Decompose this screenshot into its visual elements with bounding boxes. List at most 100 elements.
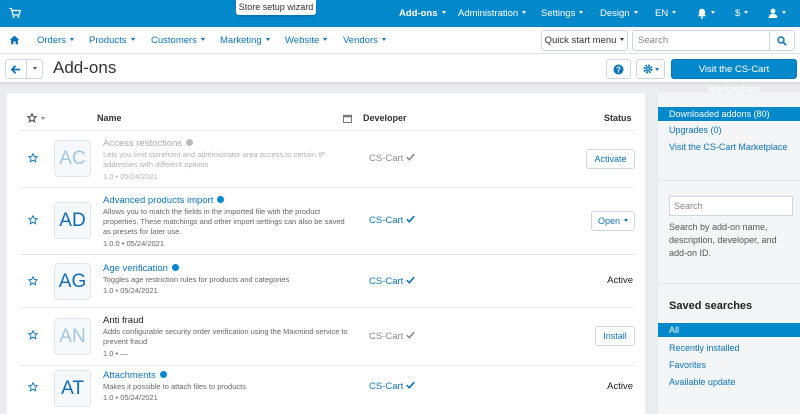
nav-vendors[interactable]: Vendors xyxy=(343,27,386,54)
table-row: AC Access restrictions Lets you limit st… xyxy=(20,130,635,187)
shopping-cart-icon[interactable] xyxy=(9,7,21,19)
menu-settings[interactable]: Settings xyxy=(541,0,584,27)
addon-logo: AD xyxy=(54,202,91,239)
addon-name-link[interactable]: Advanced products import xyxy=(103,195,225,206)
addon-logo: AC xyxy=(54,140,91,177)
developer-name: CS-Cart xyxy=(369,215,404,226)
quick-start-menu-button[interactable]: Quick start menu xyxy=(541,30,628,51)
developer-link[interactable]: CS-Cart xyxy=(369,381,416,392)
menu-design[interactable]: Design xyxy=(600,0,638,27)
saved-search-all[interactable]: All xyxy=(658,323,800,337)
sidebar-tab-downloaded[interactable]: Downloaded addons (80) xyxy=(658,107,800,121)
addon-name-link[interactable]: Age verification xyxy=(103,263,179,274)
column-developer[interactable]: Developer xyxy=(363,113,407,123)
addon-description: Allows you to match the fields in the im… xyxy=(103,207,345,236)
saved-search-available-update[interactable]: Available update xyxy=(669,377,735,387)
table-row: AD Advanced products import Allows you t… xyxy=(20,187,635,254)
addons-table: Name Developer Status AC Access restrict… xyxy=(7,93,645,414)
developer-name: CS-Cart xyxy=(369,153,404,164)
search-icon xyxy=(777,36,787,46)
star-icon[interactable] xyxy=(28,153,38,163)
addon-name: Age verification xyxy=(103,263,168,274)
currency-label: $ xyxy=(735,8,741,19)
nav-website[interactable]: Website xyxy=(285,27,328,54)
help-icon: ? xyxy=(613,64,624,75)
column-status[interactable]: Status xyxy=(604,113,632,123)
help-button[interactable]: ? xyxy=(606,59,631,79)
activate-button[interactable]: Activate xyxy=(586,149,635,169)
verified-check-icon xyxy=(406,154,416,162)
developer-link[interactable]: CS-Cart xyxy=(369,276,416,287)
nav-orders[interactable]: Orders xyxy=(37,27,75,54)
table-row: AT Attachments Makes it possible to atta… xyxy=(20,365,635,414)
star-icon[interactable] xyxy=(28,330,38,340)
home-icon[interactable] xyxy=(9,35,20,45)
star-icon[interactable] xyxy=(28,382,38,392)
quick-start-label: Quick start menu xyxy=(544,35,617,46)
developer-link[interactable]: CS-Cart xyxy=(369,153,416,164)
addon-version-date: 1.0 • — xyxy=(103,349,128,358)
menu-administration[interactable]: Administration xyxy=(458,0,527,27)
menu-addons[interactable]: Add-ons xyxy=(399,0,446,27)
chevron-down-icon xyxy=(624,219,629,223)
star-icon[interactable] xyxy=(28,276,38,286)
addon-name: Advanced products import xyxy=(103,195,214,206)
favorite-filter-icon[interactable] xyxy=(27,113,37,123)
main-navigation: Orders Products Customers Marketing Webs… xyxy=(0,27,800,54)
back-button[interactable] xyxy=(5,59,27,79)
addon-filter-input[interactable] xyxy=(669,196,793,216)
gear-icon xyxy=(643,64,653,74)
addon-name-link[interactable]: Access restrictions xyxy=(103,138,194,149)
language-label: EN xyxy=(655,8,669,19)
visit-marketplace-button[interactable]: Visit the CS-Cart Marketplace xyxy=(671,59,797,95)
notifications-button[interactable] xyxy=(697,0,715,27)
install-button[interactable]: Install xyxy=(595,326,635,346)
status-dot xyxy=(171,263,179,271)
status-dot xyxy=(159,370,167,378)
language-selector[interactable]: EN xyxy=(655,0,677,27)
developer-name: CS-Cart xyxy=(369,381,404,392)
nav-products[interactable]: Products xyxy=(89,27,135,54)
currency-selector[interactable]: $ xyxy=(735,0,749,27)
addon-name-link[interactable]: Attachments xyxy=(103,370,167,381)
addon-name: Anti fraud xyxy=(103,315,144,326)
menu-administration-label: Administration xyxy=(458,8,519,19)
sidebar-tab-upgrades[interactable]: Upgrades (0) xyxy=(669,125,722,135)
addon-name: Access restrictions xyxy=(103,138,183,149)
addon-name: Attachments xyxy=(103,370,156,381)
calendar-icon[interactable] xyxy=(343,114,352,123)
user-menu[interactable] xyxy=(768,0,786,27)
search-input[interactable] xyxy=(632,30,770,51)
nav-marketing[interactable]: Marketing xyxy=(220,27,270,54)
status-active: Active xyxy=(607,275,633,286)
page-title: Add-ons xyxy=(53,58,117,77)
open-label: Open xyxy=(597,216,621,226)
sidebar-link-marketplace[interactable]: Visit the CS-Cart Marketplace xyxy=(669,142,787,152)
addon-logo: AG xyxy=(54,263,91,300)
open-dropdown-button[interactable]: Open xyxy=(591,211,635,231)
bell-icon xyxy=(697,8,707,19)
status-dot xyxy=(217,195,225,203)
settings-dropdown-button[interactable] xyxy=(636,59,665,79)
saved-search-favorites[interactable]: Favorites xyxy=(669,360,706,370)
saved-search-recently-installed[interactable]: Recently installed xyxy=(669,343,740,353)
developer-link[interactable]: CS-Cart xyxy=(369,331,416,342)
store-setup-wizard-button[interactable]: Store setup wizard xyxy=(236,0,316,15)
history-dropdown[interactable] xyxy=(27,59,43,79)
saved-searches-title: Saved searches xyxy=(669,300,753,312)
sort-chevron-icon[interactable] xyxy=(41,117,45,120)
developer-link[interactable]: CS-Cart xyxy=(369,215,416,226)
status-active: Active xyxy=(607,381,633,392)
top-bar: Store setup wizard Add-ons Administratio… xyxy=(0,0,800,27)
svg-text:?: ? xyxy=(616,65,621,74)
column-name[interactable]: Name xyxy=(97,113,122,123)
addon-version-date: 1.0 • 05/24/2021 xyxy=(103,172,158,181)
nav-customers[interactable]: Customers xyxy=(151,27,205,54)
search-button[interactable] xyxy=(769,30,795,51)
nav-vendors-label: Vendors xyxy=(343,35,378,46)
developer-name: CS-Cart xyxy=(369,331,404,342)
filter-help-text: Search by add-on name, description, deve… xyxy=(669,222,777,258)
star-icon[interactable] xyxy=(28,215,38,225)
developer-name: CS-Cart xyxy=(369,276,404,287)
chevron-down-icon xyxy=(32,67,37,71)
